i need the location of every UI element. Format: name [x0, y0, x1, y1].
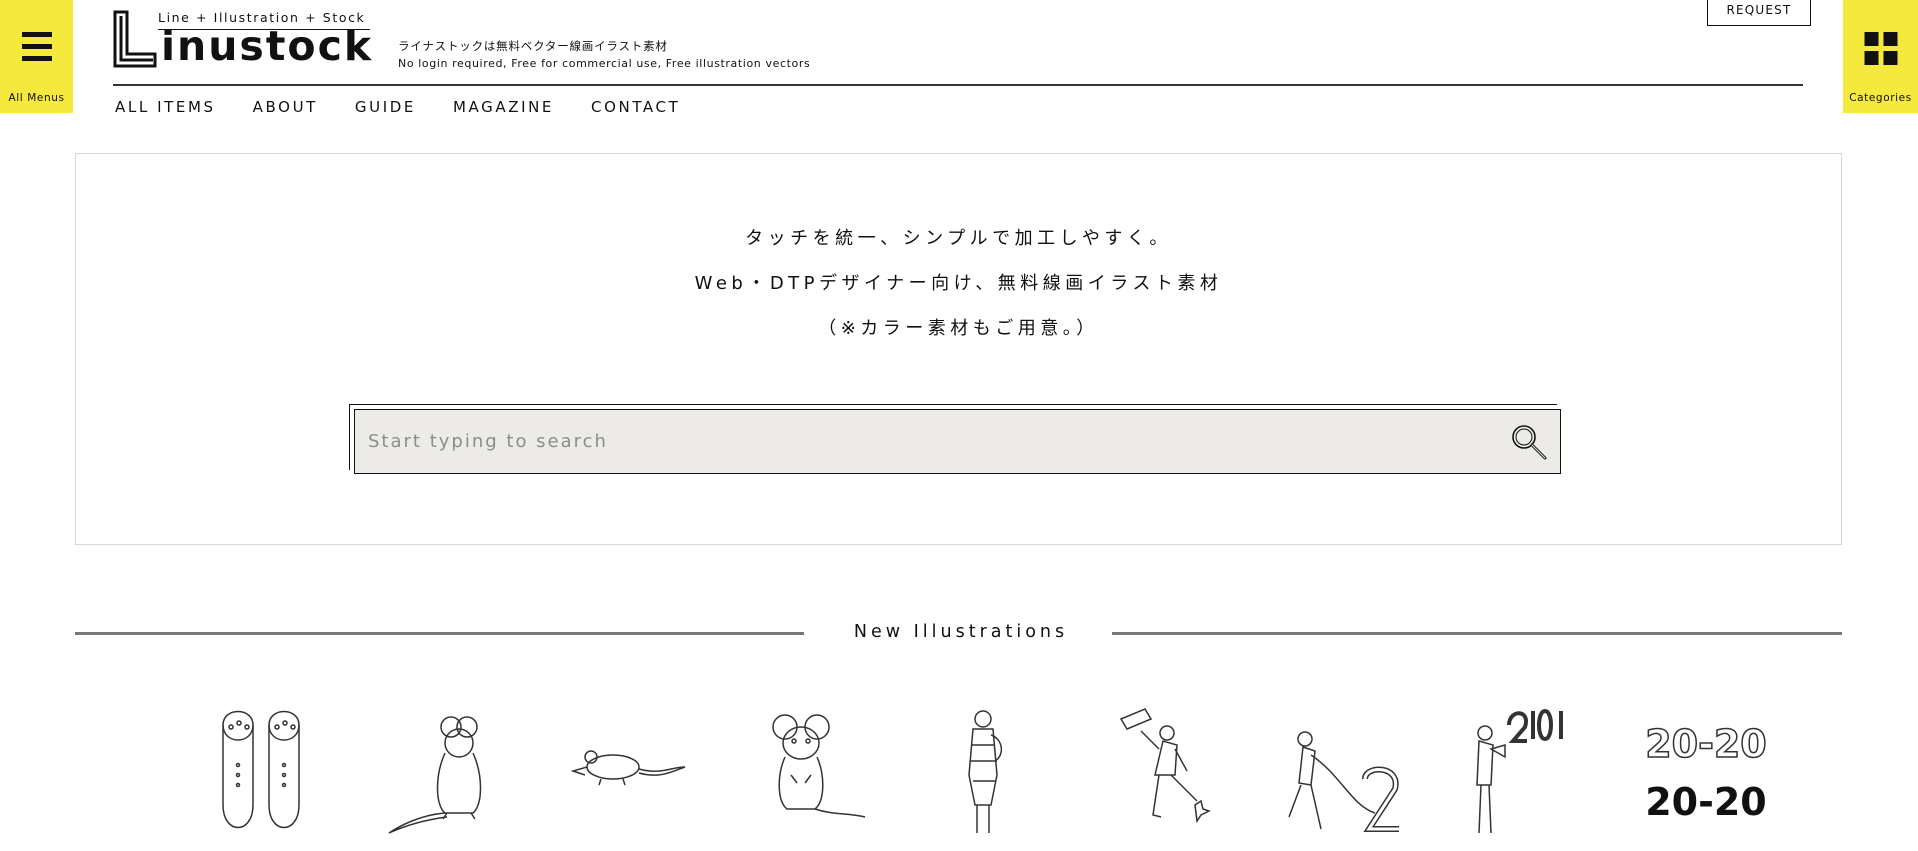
logo-l-icon: [113, 10, 157, 68]
search-icon[interactable]: [1510, 423, 1548, 461]
all-menus-label: All Menus: [8, 92, 65, 104]
thumb-2020[interactable]: 20-20 20-20: [1616, 705, 1796, 845]
2020-text-icon: 20-20 20-20: [1644, 721, 1767, 824]
hero-panel: タッチを統一、シンプルで加工しやすく。 Web・DTPデザイナー向け、無料線画イ…: [75, 153, 1842, 545]
hamburger-icon: [21, 32, 52, 68]
thumb-sandals[interactable]: [176, 705, 356, 845]
illustration-grid: 20-20 20-20: [176, 705, 1796, 845]
girl-winter-icon: [968, 710, 1003, 833]
nav-contact[interactable]: CONTACT: [591, 98, 680, 116]
request-button[interactable]: REQUEST: [1707, 0, 1815, 30]
megaphone-2019-icon: [1476, 709, 1563, 834]
section-title: New Illustrations: [0, 622, 1918, 642]
grid-icon: [1864, 32, 1897, 65]
search-form: [349, 404, 1561, 474]
thumb-mouse-side[interactable]: [536, 705, 716, 845]
categories-button[interactable]: Categories: [1843, 0, 1918, 113]
pulling-rope-icon: [1288, 731, 1399, 832]
svg-text:20-20: 20-20: [1645, 780, 1767, 824]
site-tagline: ライナストックは無料ベクター線画イラスト素材 No login required…: [398, 38, 810, 70]
hero-line-2: Web・DTPデザイナー向け、無料線画イラスト素材: [694, 273, 1223, 294]
header-divider: [113, 84, 1803, 86]
svg-text:20-20: 20-20: [1645, 722, 1767, 766]
logo-wordmark: inustock: [161, 22, 374, 70]
hero-line-3: （※カラー素材もご用意。）: [818, 318, 1099, 339]
all-menus-button[interactable]: All Menus: [0, 0, 73, 113]
hero-line-1: タッチを統一、シンプルで加工しやすく。: [745, 228, 1172, 249]
thumb-girl-winter[interactable]: [896, 705, 1076, 845]
rat-back-icon: [388, 716, 482, 834]
mouse-side-icon: [570, 750, 686, 786]
categories-label: Categories: [1849, 92, 1912, 104]
section-title-text: New Illustrations: [853, 622, 1069, 642]
search-box: [354, 409, 1561, 474]
thumb-pulling-rope[interactable]: [1256, 705, 1436, 845]
kick-sign-icon: [1119, 708, 1211, 824]
nav-guide[interactable]: GUIDE: [355, 98, 416, 116]
thumb-kick-sign[interactable]: [1076, 705, 1256, 845]
sandals-icon: [222, 710, 300, 829]
rat-front-icon: [772, 714, 866, 818]
search-input[interactable]: [355, 410, 1495, 473]
nav-all-items[interactable]: ALL ITEMS: [115, 98, 216, 116]
thumb-rat-front[interactable]: [716, 705, 896, 845]
nav-about[interactable]: ABOUT: [253, 98, 318, 116]
tagline-jp: ライナストックは無料ベクター線画イラスト素材: [398, 39, 668, 53]
site-logo[interactable]: Line + Illustration + Stock inustock: [113, 10, 373, 70]
thumb-rat-back[interactable]: [356, 705, 536, 845]
tagline-en: No login required, Free for commercial u…: [398, 57, 811, 70]
main-nav: ALL ITEMS ABOUT GUIDE MAGAZINE CONTACT: [115, 98, 717, 116]
nav-magazine[interactable]: MAGAZINE: [453, 98, 554, 116]
thumb-megaphone-2019[interactable]: [1436, 705, 1616, 845]
